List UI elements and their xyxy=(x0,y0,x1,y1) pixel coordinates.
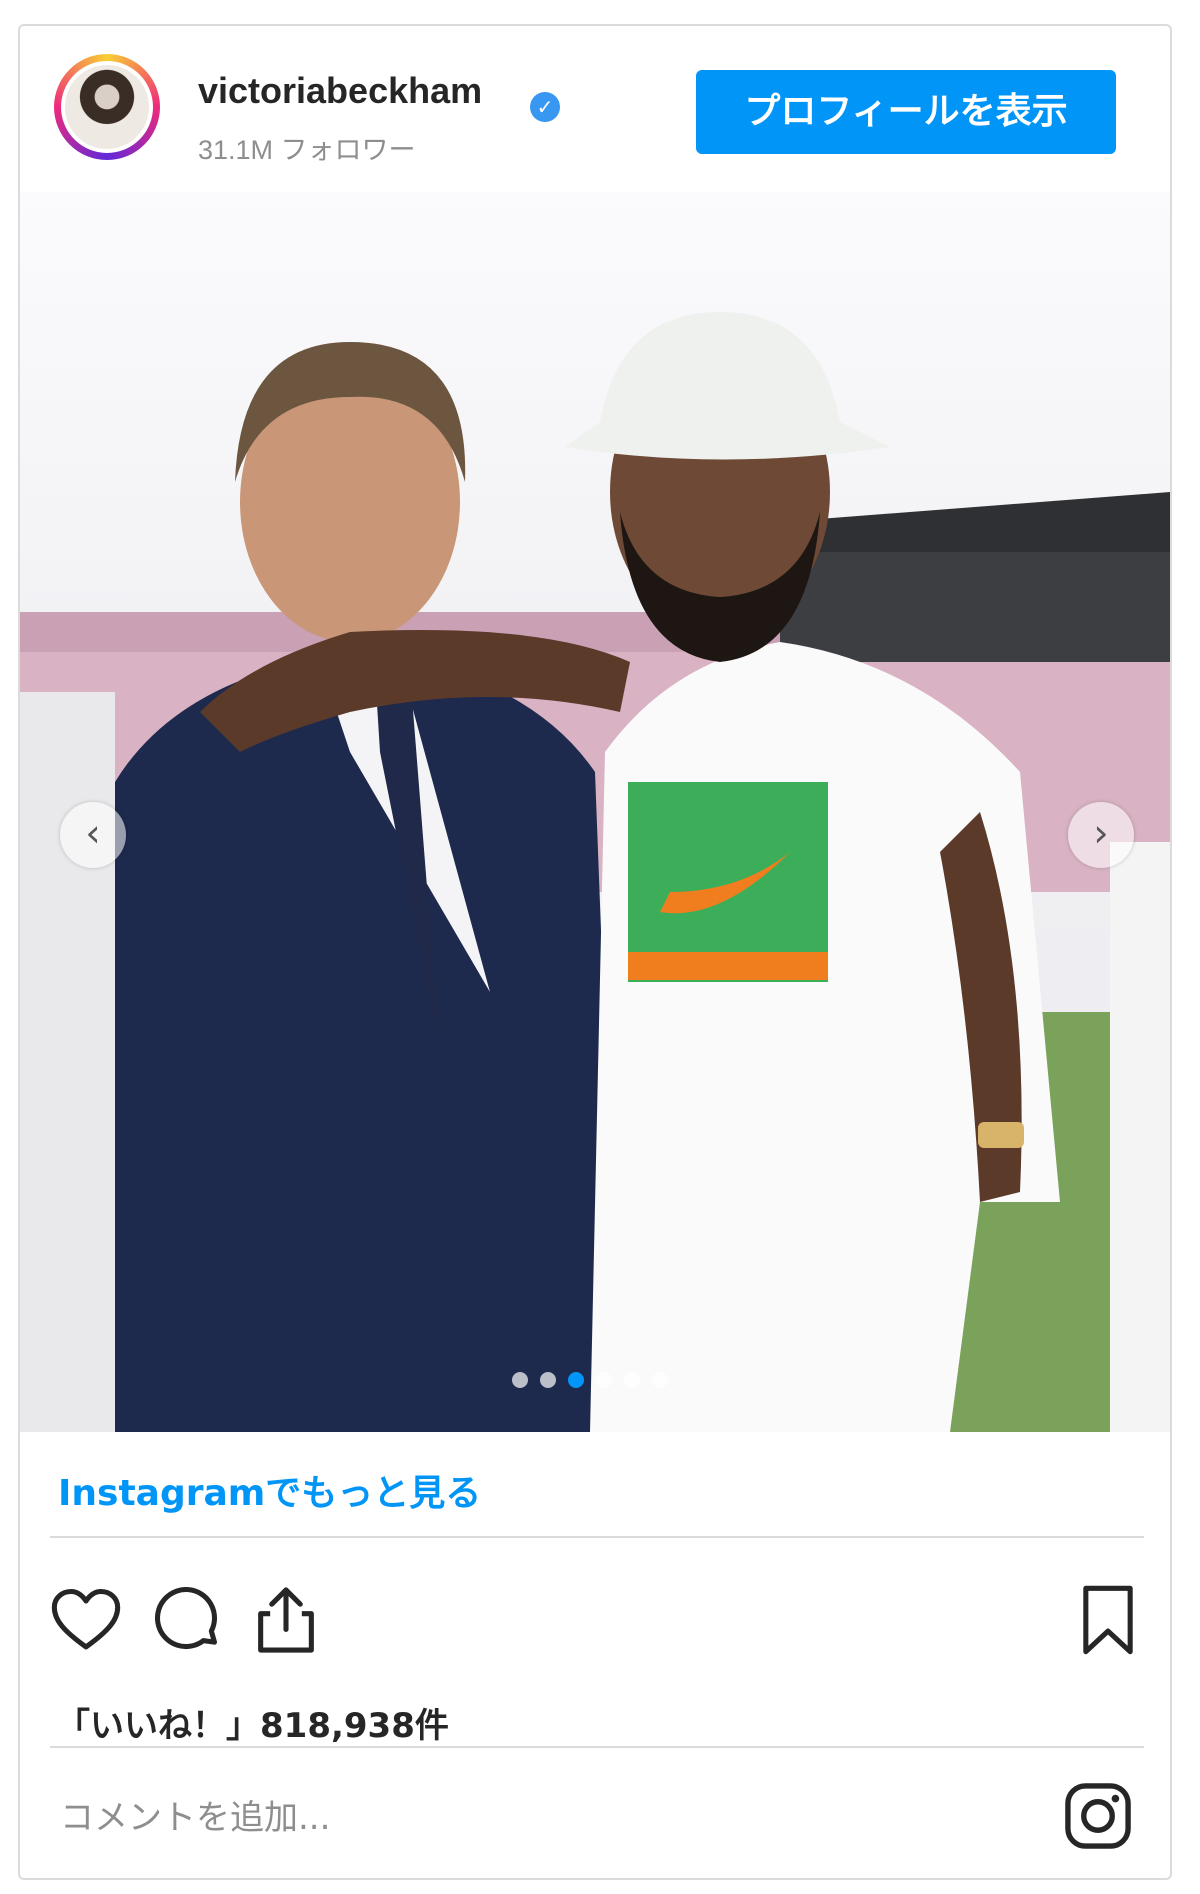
carousel-dot xyxy=(596,1372,612,1388)
carousel-dot xyxy=(568,1372,584,1388)
username[interactable]: victoriabeckham xyxy=(198,70,482,112)
bookmark-icon[interactable] xyxy=(1070,1582,1146,1658)
carousel-indicator xyxy=(512,1372,668,1388)
carousel-dot xyxy=(540,1372,556,1388)
photo-illustration xyxy=(20,312,1170,1432)
avatar-ring[interactable] xyxy=(54,54,160,160)
more-on-instagram-link[interactable]: Instagramでもっと見る xyxy=(58,1464,481,1516)
view-profile-button[interactable]: プロフィールを表示 xyxy=(696,70,1116,154)
avatar xyxy=(61,61,153,153)
instagram-embed-card: victoriabeckham ✓ 31.1M フォロワー プロフィールを表示 xyxy=(18,24,1172,1880)
share-icon[interactable] xyxy=(248,1582,324,1658)
follower-count: 31.1M フォロワー xyxy=(198,135,416,165)
like-count: 「いいね！」818,938件 xyxy=(56,1706,449,1746)
instagram-icon[interactable] xyxy=(1060,1778,1136,1854)
carousel-dot xyxy=(624,1372,640,1388)
carousel-dot xyxy=(652,1372,668,1388)
verified-badge-icon: ✓ xyxy=(530,92,560,122)
divider xyxy=(50,1536,1144,1538)
carousel-prev-button[interactable]: ‹ xyxy=(60,802,126,868)
comment-icon[interactable] xyxy=(148,1582,224,1658)
post-header: victoriabeckham ✓ 31.1M フォロワー プロフィールを表示 xyxy=(20,26,1170,190)
heart-icon[interactable] xyxy=(48,1582,124,1658)
carousel-next-button[interactable]: › xyxy=(1068,802,1134,868)
action-bar xyxy=(20,1582,1170,1662)
carousel-dot xyxy=(512,1372,528,1388)
comment-input[interactable]: コメントを追加... xyxy=(50,1778,1030,1858)
divider xyxy=(50,1746,1144,1748)
post-photo[interactable]: ‹ › xyxy=(20,192,1170,1432)
